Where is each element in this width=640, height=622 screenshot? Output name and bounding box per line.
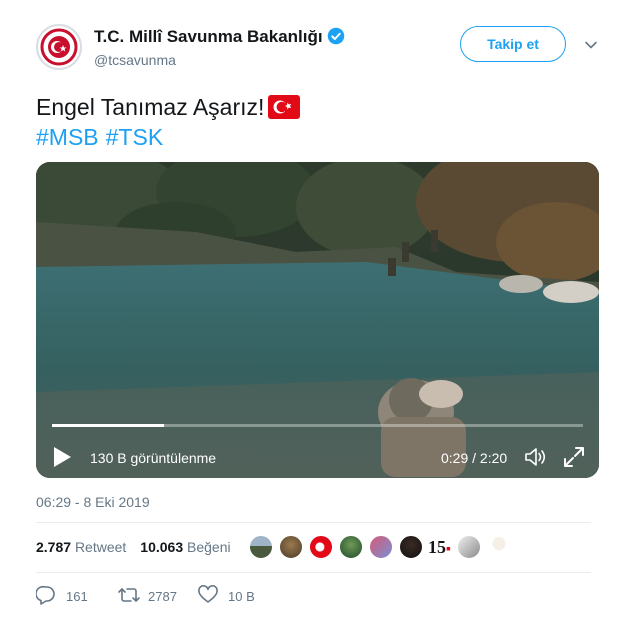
tweet-header: T.C. Millî Savunma Bakanlığı @tcsavunma … (36, 24, 606, 72)
turkish-flag-icon (268, 95, 301, 119)
video-frame-image (36, 162, 599, 478)
reply-button[interactable]: 161 (36, 585, 106, 607)
heart-icon (198, 585, 218, 603)
action-retweet-count: 2787 (148, 589, 177, 604)
like-count[interactable]: 10.063 (140, 539, 183, 555)
account-avatar[interactable] (36, 24, 82, 70)
account-name-text[interactable]: T.C. Millî Savunma Bakanlığı (94, 27, 323, 46)
video-player[interactable]: 130 B görüntülenme 0:29 / 2:20 (36, 162, 599, 478)
liker-avatar[interactable] (398, 534, 424, 560)
msb-logo-icon (39, 27, 79, 67)
liker-avatar[interactable] (338, 534, 364, 560)
like-button[interactable]: 10 B (198, 585, 278, 607)
hashtag-tsk[interactable]: #TSK (106, 124, 164, 150)
retweet-button[interactable]: 2787 (118, 585, 198, 607)
liker-avatar[interactable] (486, 534, 512, 560)
tweet-hashtags: #MSB #TSK (36, 122, 170, 153)
video-time: 0:29 / 2:20 (441, 450, 508, 466)
reply-count: 161 (66, 589, 88, 604)
video-view-count: 130 B görüntülenme (90, 450, 217, 466)
liker-avatar[interactable] (308, 534, 334, 560)
liker-avatar[interactable] (248, 534, 274, 560)
retweet-icon (118, 588, 140, 602)
account-handle[interactable]: @tcsavunma (94, 52, 176, 68)
hashtag-msb[interactable]: #MSB (36, 124, 99, 150)
video-progress-bar[interactable] (52, 424, 583, 427)
like-label[interactable]: Beğeni (187, 539, 231, 555)
reply-icon (36, 585, 55, 605)
divider (36, 572, 591, 573)
liker-avatar[interactable] (456, 534, 482, 560)
divider (36, 522, 591, 523)
tweet-text: Engel Tanımaz Aşarız! (36, 92, 301, 123)
retweet-label[interactable]: Retweet (75, 539, 126, 555)
tweet-stats: 2.787 Retweet 10.063 Beğeni (36, 539, 231, 555)
tweet-timestamp[interactable]: 06:29 - 8 Eki 2019 (36, 494, 150, 510)
fullscreen-icon[interactable] (563, 446, 585, 468)
verified-badge-icon (327, 27, 344, 45)
account-name[interactable]: T.C. Millî Savunma Bakanlığı (94, 27, 345, 47)
liker-avatar[interactable] (368, 534, 394, 560)
retweet-count[interactable]: 2.787 (36, 539, 71, 555)
tweet-text-body: Engel Tanımaz Aşarız! (36, 94, 265, 120)
play-icon[interactable] (52, 446, 72, 468)
action-like-count: 10 B (228, 589, 255, 604)
liker-avatar-15[interactable]: 15▪ (428, 537, 451, 558)
liker-badge-text: 15 (428, 537, 446, 557)
chevron-down-icon[interactable] (584, 38, 598, 52)
volume-icon[interactable] (524, 446, 548, 468)
video-progress-fill (52, 424, 164, 427)
follow-button[interactable]: Takip et (460, 26, 566, 62)
liker-avatar[interactable] (278, 534, 304, 560)
